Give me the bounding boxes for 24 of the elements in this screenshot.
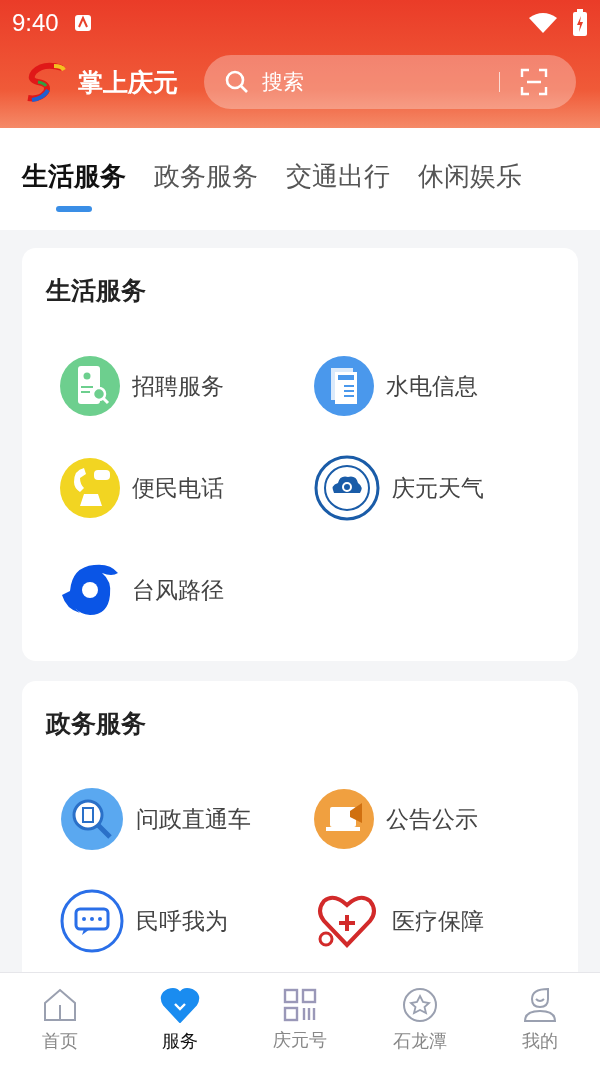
status-time: 9:40	[12, 8, 59, 37]
app-name: 掌上庆元	[78, 66, 178, 99]
category-tab[interactable]: 休闲娱乐	[418, 144, 522, 214]
category-tab[interactable]: 交通出行	[286, 144, 390, 214]
nav-tab[interactable]: 服务	[120, 973, 240, 1066]
service-item[interactable]: 问政直通车	[46, 768, 251, 870]
service-item[interactable]: 医疗保障	[300, 870, 484, 972]
nav-tab[interactable]: 首页	[0, 973, 120, 1066]
nav-tab[interactable]: 庆元号	[240, 973, 360, 1066]
service-item[interactable]: 便民电话	[46, 437, 224, 539]
service-item[interactable]: 招聘服务	[46, 335, 224, 437]
nav-tab[interactable]: 我的	[480, 973, 600, 1066]
category-tab[interactable]: 政务服务	[154, 144, 258, 214]
service-item[interactable]: 庆元天气	[300, 437, 484, 539]
service-item[interactable]: 公告公示	[300, 768, 478, 870]
category-tab[interactable]: 生活服务	[22, 144, 126, 214]
search-field[interactable]: 搜索	[204, 55, 576, 109]
section-title: 政务服务	[46, 708, 147, 740]
section-title: 生活服务	[46, 275, 147, 307]
service-item[interactable]: 民呼我为	[46, 870, 228, 972]
service-item[interactable]: 水电信息	[300, 335, 478, 437]
service-item[interactable]: 台风路径	[46, 539, 224, 641]
nav-tab[interactable]: 石龙潭	[360, 973, 480, 1066]
search-input[interactable]: 搜索	[260, 69, 489, 95]
